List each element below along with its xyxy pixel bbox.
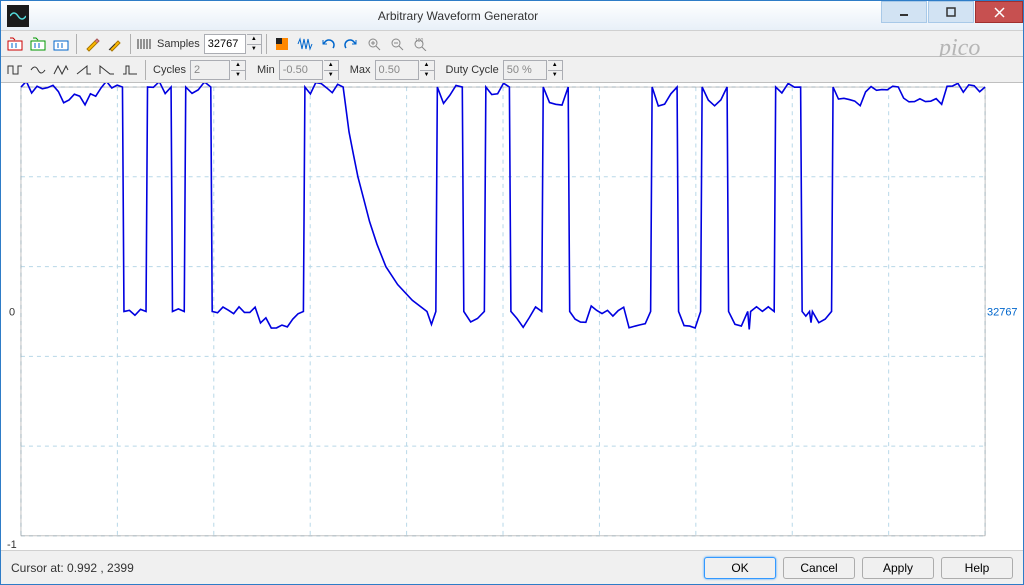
apply-button[interactable]: Apply — [862, 557, 934, 579]
app-icon — [7, 5, 29, 27]
ramp-up-icon[interactable] — [73, 59, 95, 81]
import-channel-icon[interactable] — [50, 33, 72, 55]
zoom-out-icon[interactable] — [386, 33, 408, 55]
sine-wave-icon[interactable] — [27, 59, 49, 81]
min-label: Min — [254, 64, 278, 76]
ramp-down-icon[interactable] — [96, 59, 118, 81]
undo-icon[interactable] — [317, 33, 339, 55]
help-button[interactable]: Help — [941, 557, 1013, 579]
samples-spinner[interactable]: ▲▼ — [247, 34, 262, 54]
min-input — [279, 60, 323, 80]
pulse-wave-icon[interactable] — [119, 59, 141, 81]
max-label: Max — [347, 64, 374, 76]
samples-mode-icon[interactable] — [135, 33, 153, 55]
clear-icon[interactable] — [271, 33, 293, 55]
svg-text:0: 0 — [9, 306, 15, 318]
titlebar: Arbitrary Waveform Generator — [1, 1, 1023, 31]
ok-button[interactable]: OK — [704, 557, 776, 579]
toolbar-waveshapes: Cycles ▲▼ Min ▲▼ Max ▲▼ Duty Cycle ▲▼ — [1, 57, 1023, 83]
triangle-wave-icon[interactable] — [50, 59, 72, 81]
toolbar-primary: Samples ▲▼ 100 picoTechnology — [1, 31, 1023, 57]
max-input — [375, 60, 419, 80]
window-title: Arbitrary Waveform Generator — [35, 9, 881, 23]
draw-line-icon[interactable] — [104, 33, 126, 55]
status-bar: Cursor at: 0.992 , 2399 OK Cancel Apply … — [1, 550, 1023, 584]
minimize-button[interactable] — [881, 1, 927, 23]
cancel-button[interactable]: Cancel — [783, 557, 855, 579]
separator — [266, 34, 267, 54]
close-button[interactable] — [975, 1, 1023, 23]
export-csv-icon[interactable] — [27, 33, 49, 55]
svg-text:100: 100 — [415, 38, 424, 44]
svg-text:-1: -1 — [7, 539, 17, 550]
max-spinner[interactable]: ▲▼ — [420, 60, 435, 80]
app-window: Arbitrary Waveform Generator Samples ▲▼ … — [0, 0, 1024, 585]
window-controls — [881, 1, 1023, 30]
cycles-label: Cycles — [150, 64, 189, 76]
duty-spinner[interactable]: ▲▼ — [548, 60, 563, 80]
normalize-icon[interactable] — [294, 33, 316, 55]
separator — [76, 34, 77, 54]
redo-icon[interactable] — [340, 33, 362, 55]
cycles-input — [190, 60, 230, 80]
svg-text:32767: 32767 — [987, 306, 1017, 318]
samples-input[interactable] — [204, 34, 246, 54]
cursor-status: Cursor at: 0.992 , 2399 — [11, 561, 697, 575]
zoom-in-icon[interactable] — [363, 33, 385, 55]
separator — [145, 60, 146, 80]
duty-input — [503, 60, 547, 80]
separator — [130, 34, 131, 54]
zoom-fit-icon[interactable]: 100 — [409, 33, 431, 55]
duty-label: Duty Cycle — [443, 64, 502, 76]
import-csv-icon[interactable] — [4, 33, 26, 55]
waveform-plot[interactable]: 0 -1 32767 — [5, 83, 1019, 550]
cycles-spinner[interactable]: ▲▼ — [231, 60, 246, 80]
draw-freehand-icon[interactable] — [81, 33, 103, 55]
min-spinner[interactable]: ▲▼ — [324, 60, 339, 80]
samples-label: Samples — [154, 38, 203, 50]
square-wave-icon[interactable] — [4, 59, 26, 81]
maximize-button[interactable] — [928, 1, 974, 23]
